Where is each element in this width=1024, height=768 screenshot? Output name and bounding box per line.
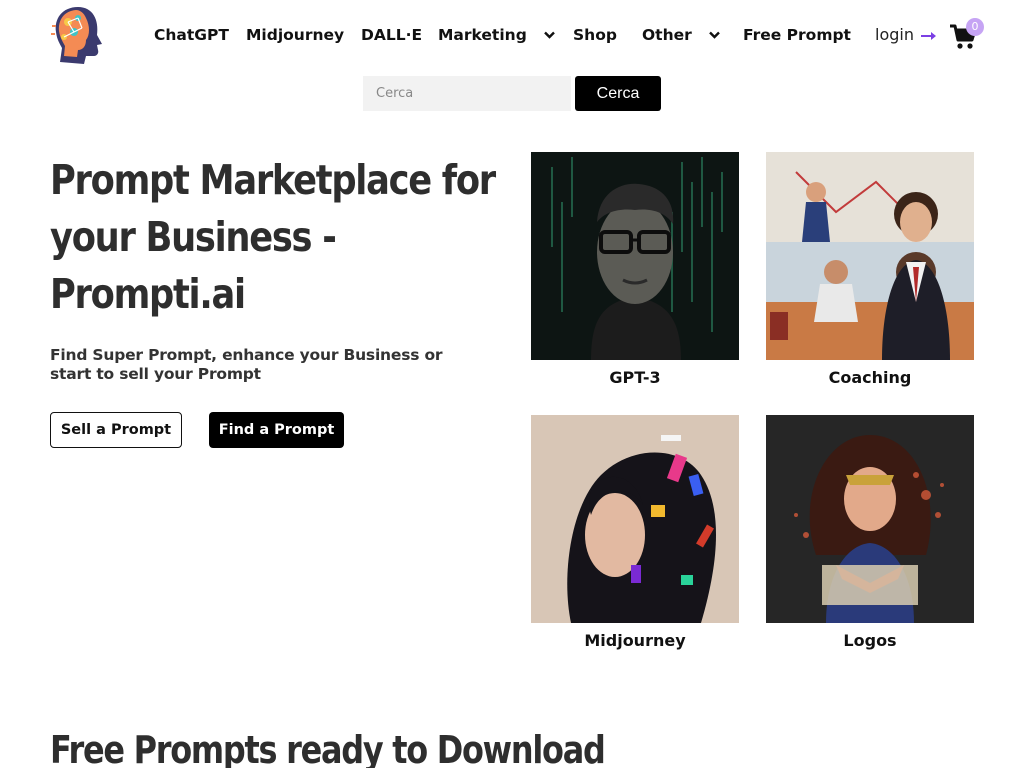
find-prompt-button[interactable]: Find a Prompt [209,412,344,448]
nav-item-marketing[interactable]: Marketing [438,26,556,44]
nav-item-shop[interactable]: Shop [573,26,617,44]
login-label: login [875,25,914,44]
category-label: Logos [843,631,897,650]
category-card-logos[interactable]: Logos [766,415,974,650]
coaching-illustration-image [766,152,974,360]
hero-subtitle: Find Super Prompt, enhance your Business… [50,346,443,383]
nav-item-dalle[interactable]: DALL·E [361,26,422,44]
nav-item-label: Other [642,26,692,44]
nav-item-other[interactable]: Other [642,26,721,44]
arrow-right-icon [921,31,937,40]
logos-hero-image [766,415,974,623]
nav-item-label: Midjourney [246,26,345,44]
category-card-coaching[interactable]: Coaching [766,152,974,387]
nav-item-label: Free Prompt [743,26,851,44]
category-label: GPT-3 [609,368,661,387]
midjourney-art-image [531,415,739,623]
cart-count-badge: 0 [966,18,984,36]
nav-item-label: Marketing [438,26,527,44]
category-card-midjourney[interactable]: Midjourney [531,415,739,650]
nav-item-label: Shop [573,26,617,44]
login-link[interactable]: login [875,25,937,44]
sell-prompt-button[interactable]: Sell a Prompt [50,412,182,448]
nav-item-chatgpt[interactable]: ChatGPT [154,26,229,44]
category-card-gpt3[interactable]: GPT-3 [531,152,739,387]
category-label: Midjourney [584,631,686,650]
gpt3-portrait-image [531,152,739,360]
free-prompts-section-title: Free Prompts ready to Download [50,728,606,768]
chevron-down-icon [709,31,721,39]
nav-item-free-prompt[interactable]: Free Prompt [743,26,851,44]
search-input[interactable] [363,76,571,111]
chevron-down-icon [544,31,556,39]
main-nav: ChatGPT Midjourney DALL·E Marketing Shop… [0,0,1024,70]
category-label: Coaching [828,368,912,387]
nav-item-midjourney[interactable]: Midjourney [246,26,344,44]
nav-item-label: ChatGPT [154,26,229,44]
search-button[interactable]: Cerca [575,76,661,111]
nav-item-label: DALL·E [361,26,423,44]
hero-title: Prompt Marketplace for your Business - P… [50,156,496,318]
